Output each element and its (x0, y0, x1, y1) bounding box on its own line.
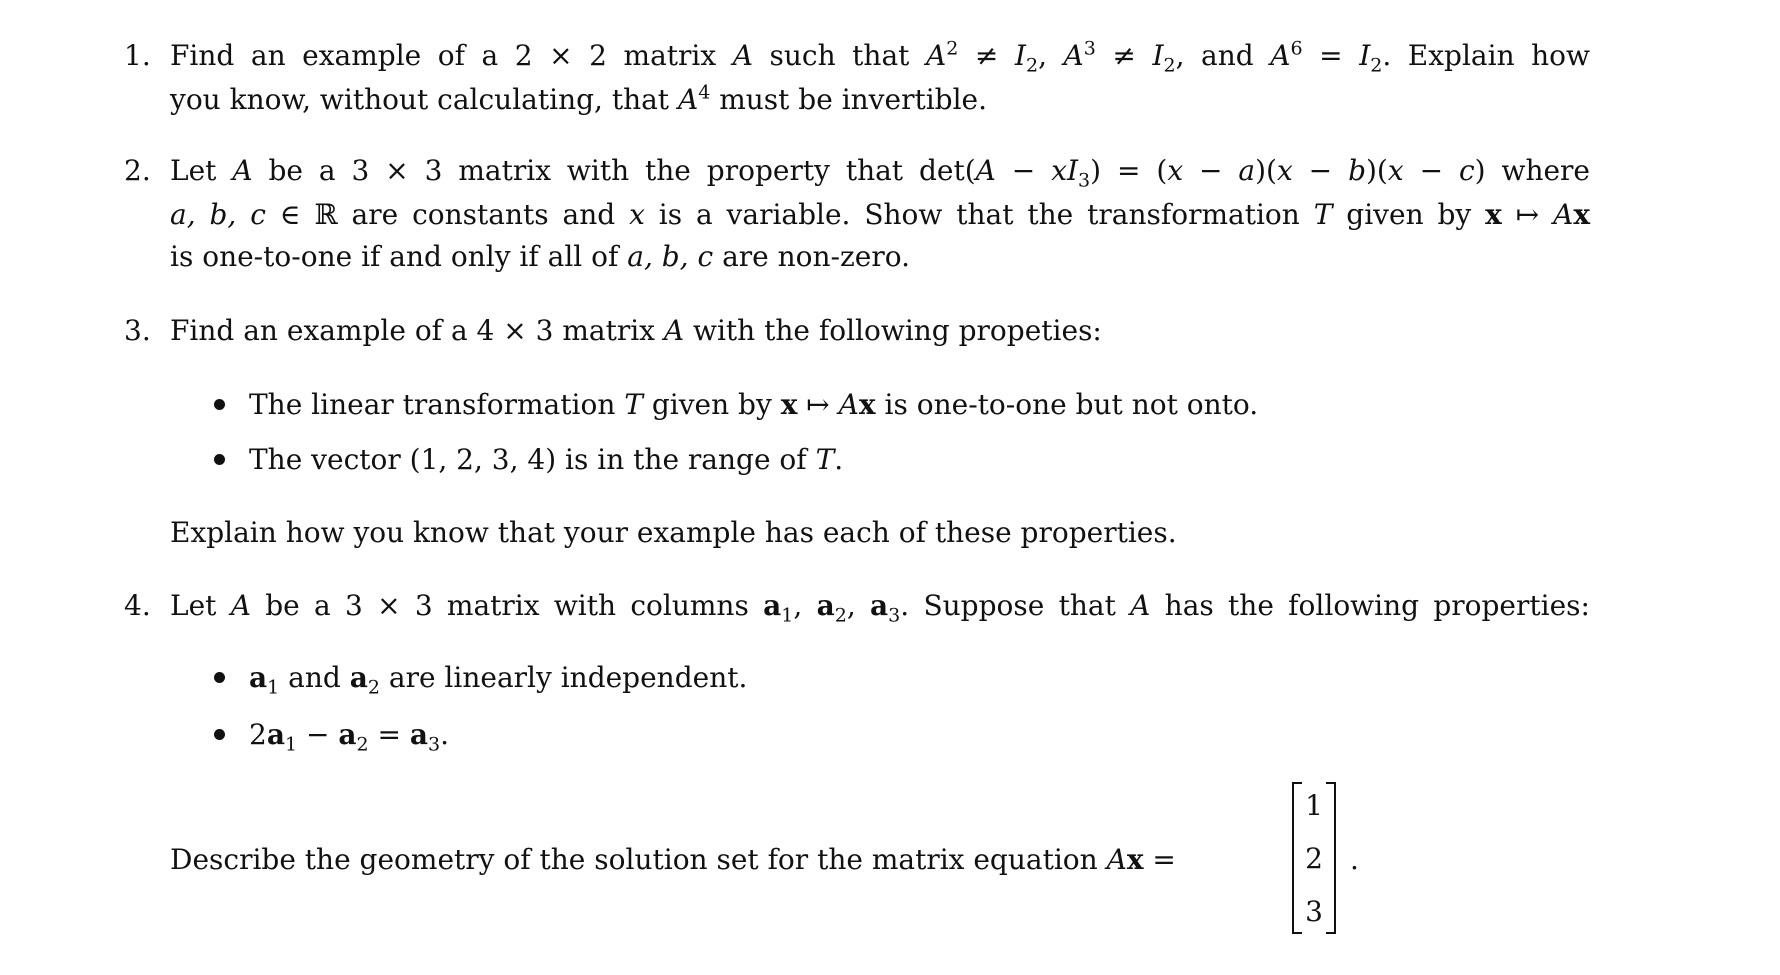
problem-2-number: 2. (124, 154, 151, 187)
bullet-icon (214, 399, 225, 410)
vector-entry: 2 (1305, 842, 1323, 875)
problem-2-line-2: a, b, c ∈ ℝ are constants and x is a var… (170, 198, 1591, 231)
problem-4-line-1: Let A be a 3 × 3 matrix with columns a1,… (170, 589, 1590, 627)
problem-2-line-1: Let A be a 3 × 3 matrix with the propert… (170, 154, 1591, 192)
problem-4-bullet-2: 2a1 − a2 = a3. (249, 718, 450, 756)
problem-3-bullet-2: The vector (1, 2, 3, 4) is in the range … (249, 443, 844, 476)
final-period: . (1350, 843, 1359, 876)
problem-1-line-2: you know, without calculating, that A4 m… (170, 81, 988, 116)
problem-4-closing: Describe the geometry of the solution se… (170, 843, 1176, 876)
vector-entry: 1 (1305, 789, 1323, 822)
problem-2-line-3: is one-to-one if and only if all of a, b… (170, 240, 910, 273)
column-vector: 1 2 3 (1292, 782, 1336, 934)
problem-3-bullet-1: The linear transformation T given by x ↦… (249, 388, 1259, 421)
problem-4-bullet-1: a1 and a2 are linearly independent. (249, 661, 748, 699)
problem-3-line-1: Find an example of a 4 × 3 matrix A with… (170, 314, 1102, 347)
problem-1-line-1: Find an example of a 2 × 2 matrix A such… (170, 37, 1591, 77)
bullet-icon (214, 672, 225, 683)
bullet-icon (214, 454, 225, 465)
problem-1-number: 1. (124, 39, 151, 72)
problem-3-closing: Explain how you know that your example h… (170, 516, 1177, 549)
bullet-icon (214, 729, 225, 740)
vector-entry: 3 (1305, 895, 1323, 928)
problem-3-number: 3. (124, 314, 151, 347)
problem-4-number: 4. (124, 589, 151, 622)
